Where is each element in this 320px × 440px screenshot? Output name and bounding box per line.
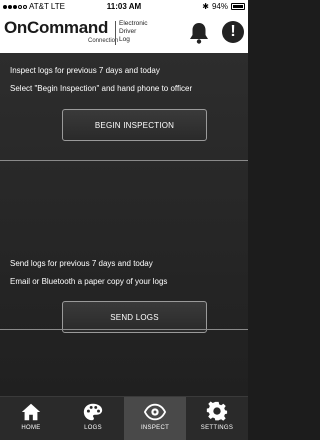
logo-main: OnCommand [4, 18, 109, 37]
bell-icon[interactable] [188, 21, 210, 45]
tab-bar: HOME LOGS INSPECT SETTINGS [0, 396, 248, 440]
tab-label: LOGS [84, 425, 102, 431]
eye-icon [144, 403, 166, 421]
inspect-line2: Select "Begin Inspection" and hand phone… [10, 84, 193, 93]
status-bar: AT&T LTE 11:03 AM ✱ 94% [0, 0, 248, 13]
tab-home[interactable]: HOME [0, 397, 62, 440]
battery-icon [231, 3, 245, 10]
send-line1: Send logs for previous 7 days and today [10, 259, 153, 268]
tab-label: INSPECT [140, 425, 170, 431]
send-section: Send logs for previous 7 days and today … [0, 161, 248, 333]
home-icon [21, 403, 41, 421]
tab-logs[interactable]: LOGS [62, 397, 124, 440]
inspect-section: Inspect logs for previous 7 days and tod… [0, 53, 248, 163]
tab-label: SETTINGS [200, 425, 234, 431]
bluetooth-icon: ✱ [202, 2, 209, 11]
tab-inspect[interactable]: INSPECT [124, 397, 186, 440]
gear-icon [206, 401, 228, 421]
main-content: Inspect logs for previous 7 days and tod… [0, 53, 248, 396]
palette-icon [83, 403, 103, 421]
logo-divider [115, 21, 116, 45]
tab-label: HOME [21, 425, 41, 431]
begin-inspection-button[interactable]: BEGIN INSPECTION [62, 109, 207, 141]
battery-status: ✱ 94% [202, 2, 245, 11]
battery-percent: 94% [211, 2, 228, 11]
section-divider [0, 329, 248, 330]
inspect-line1: Inspect logs for previous 7 days and tod… [10, 66, 160, 75]
logo-text-line: Log [119, 36, 130, 43]
app-header: OnCommand Connection Electronic Driver L… [0, 13, 248, 53]
logo-sub: Connection [88, 38, 119, 44]
tab-settings[interactable]: SETTINGS [186, 397, 248, 440]
logo-text-line: Electronic [119, 20, 148, 27]
alert-icon[interactable]: ! [222, 21, 244, 43]
logo-text: Electronic Driver Log [119, 20, 148, 44]
send-line2: Email or Bluetooth a paper copy of your … [10, 277, 168, 286]
logo-text-line: Driver [119, 28, 137, 35]
